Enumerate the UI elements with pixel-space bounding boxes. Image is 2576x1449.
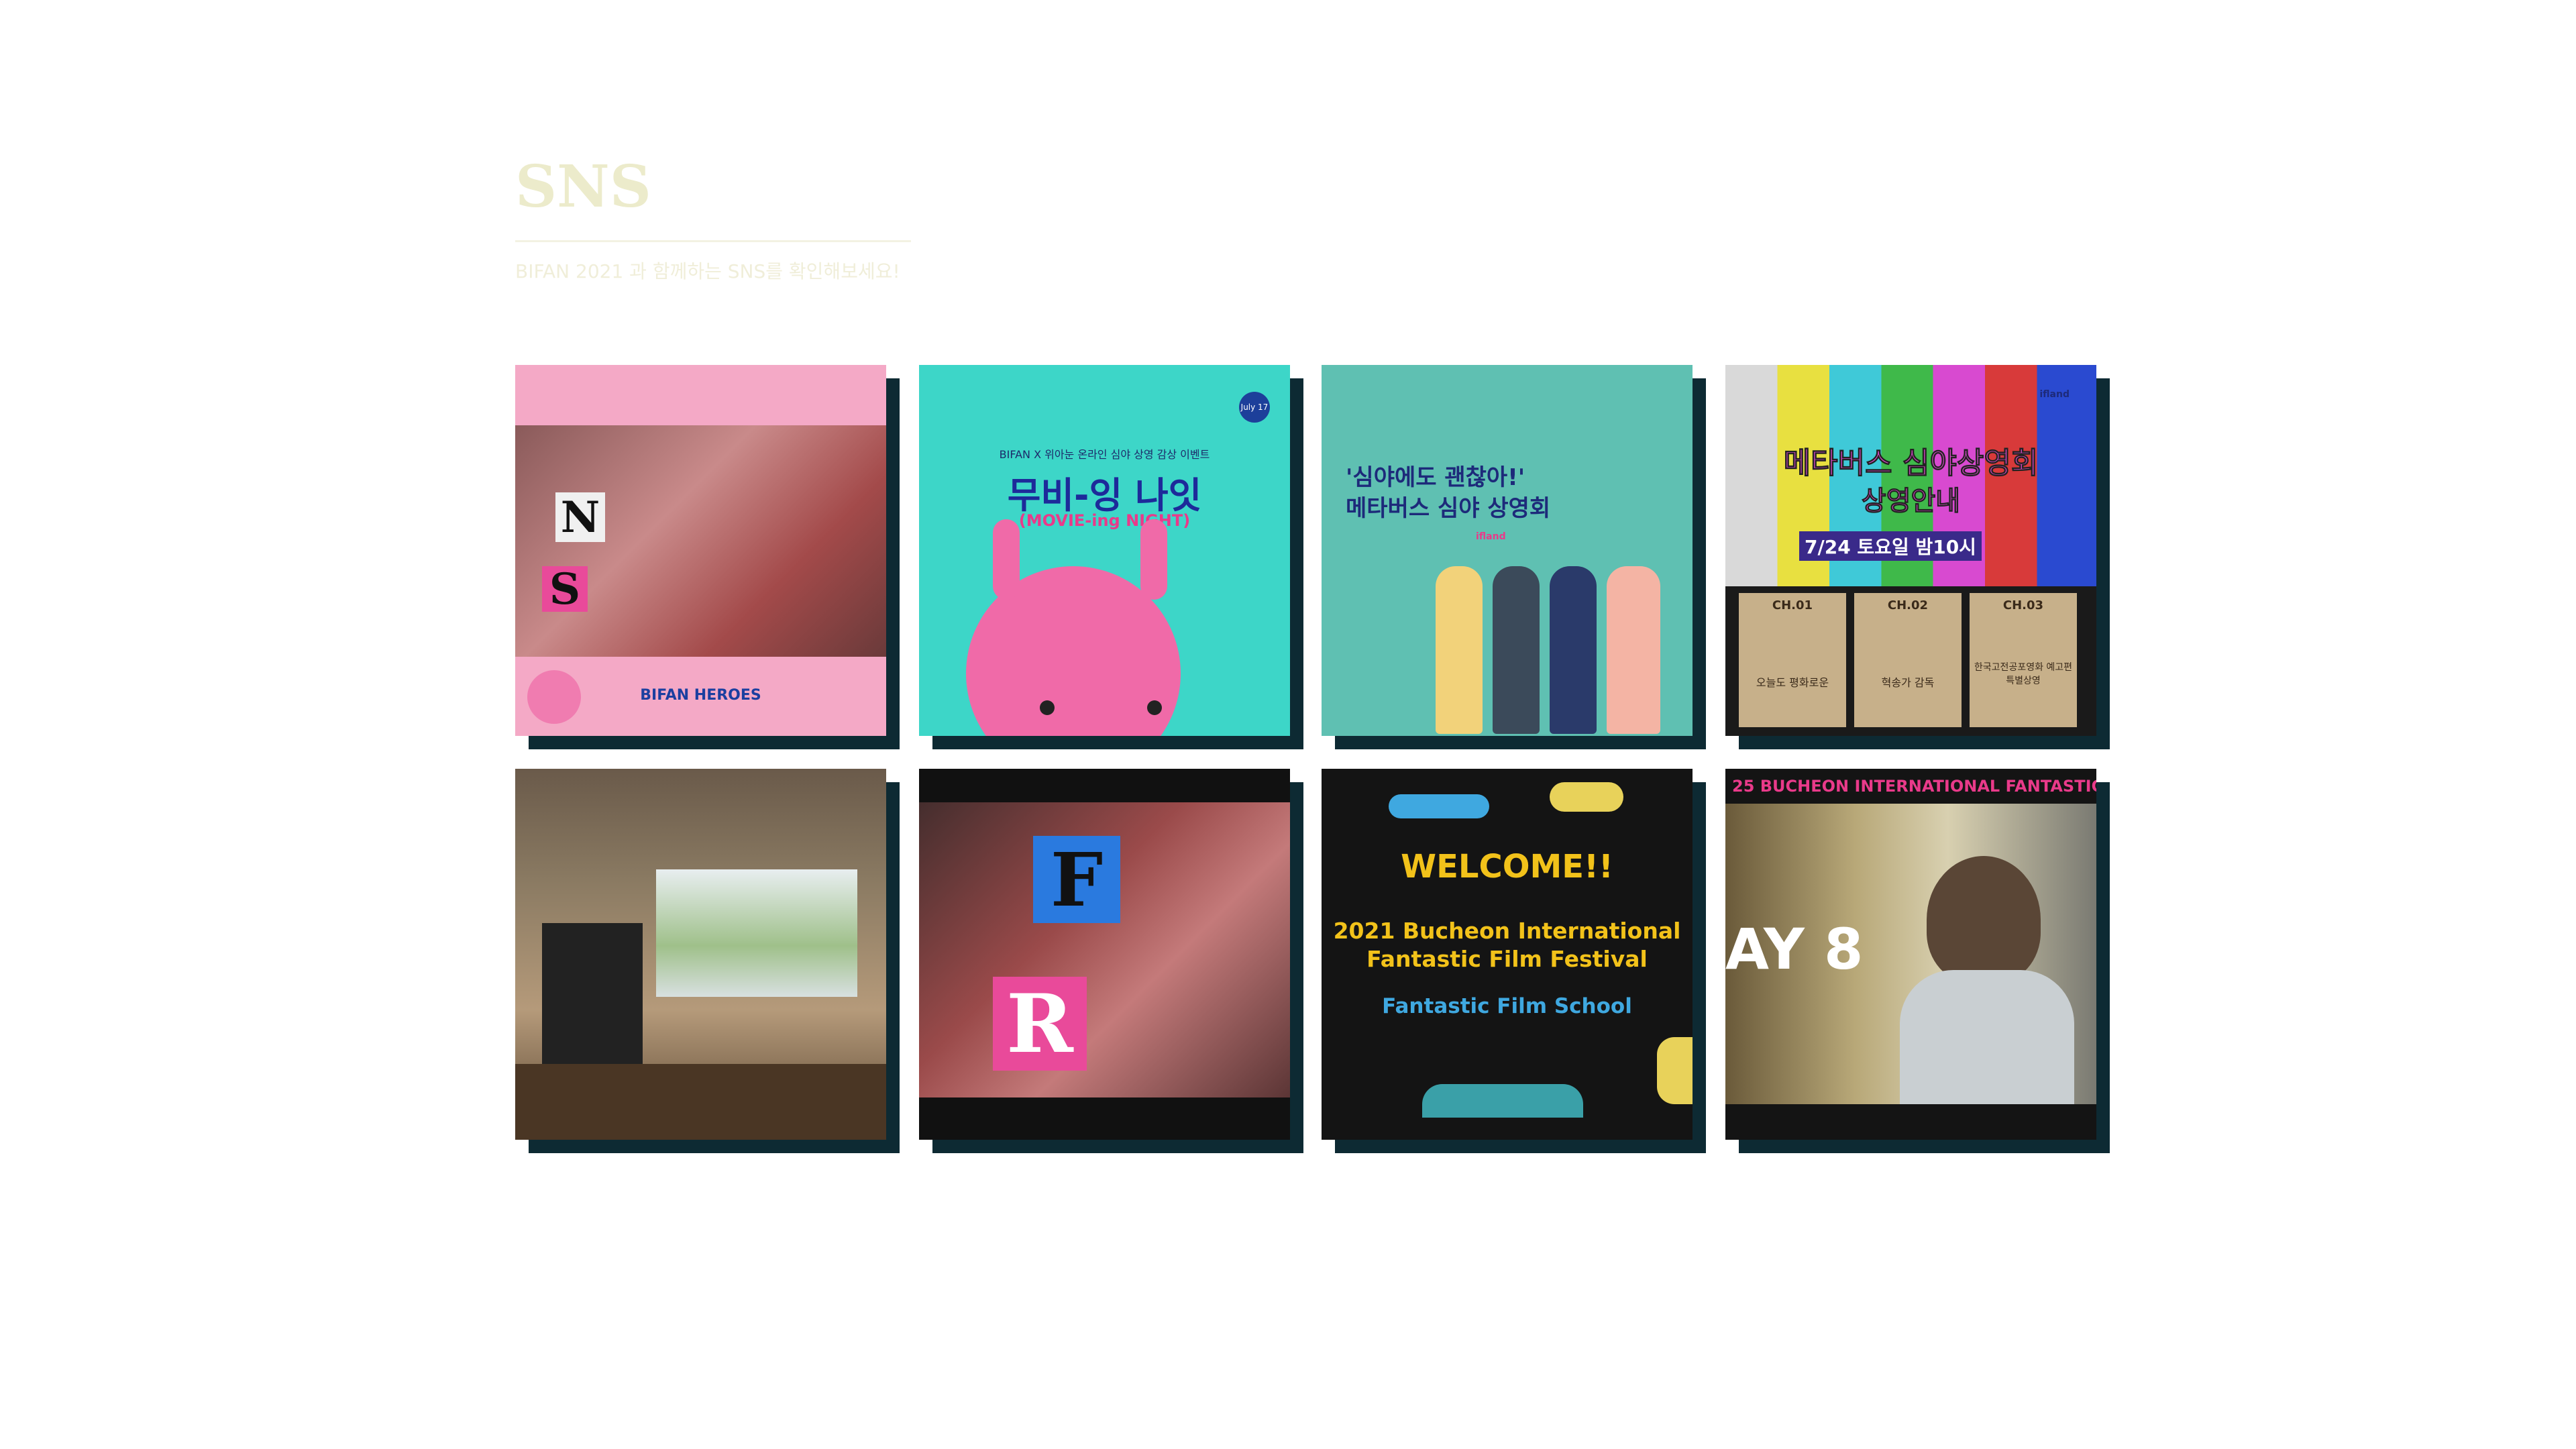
sns-post-8[interactable]: 25 BUCHEON INTERNATIONAL FANTASTIC FILM … [1725,769,2110,1153]
guide-date: 7/24 토요일 밤10시 [1799,531,1982,561]
ifland-logo: ifland [2039,389,2070,400]
channel-card: CH.02 혁송가 감독 [1854,593,1962,727]
ifland-logo: ifland [1476,531,1506,542]
avatar-icon [1607,566,1660,734]
school-text: Fantastic Film School [1382,994,1632,1018]
event-subtitle: (MOVIE-ing NIGHT) [1018,511,1191,530]
title-divider [515,240,911,242]
speaker-icon [1927,856,2041,983]
section-subtitle: BIFAN 2021 과 함께하는 SNS를 확인해보세요! [515,260,900,282]
cafe-photo [515,769,886,1140]
channel-cards: CH.01 오늘도 평화로운 CH.02 혁송가 감독 CH.03 한국고전공포… [1739,593,2077,727]
avatar-icon [1493,566,1540,734]
avatar-icon [1436,566,1483,734]
sns-post-1[interactable]: B I F A N H E R O E S BIFAN HEROES [515,365,900,749]
day-label: AY 8 [1725,916,1864,982]
guide-subtitle: 상영안내 [1861,486,1961,517]
channel-card: CH.01 오늘도 평화로운 [1739,593,1846,727]
sns-post-7[interactable]: WELCOME!! 2021 Bucheon International Fan… [1322,769,1706,1153]
avatar-icon [1550,566,1597,734]
sns-post-6[interactable]: B I F H E R [919,769,1303,1153]
sns-post-4[interactable]: 메타버스 심야상영회 상영안내 7/24 토요일 밤10시 ifland CH.… [1725,365,2110,749]
section-title: SNS [515,153,651,221]
festival-banner: 25 BUCHEON INTERNATIONAL FANTASTIC FILM [1732,777,2096,796]
festival-line-1: 2021 Bucheon International [1333,918,1681,944]
festival-line-2: Fantastic Film Festival [1366,946,1648,972]
welcome-text: WELCOME!! [1401,848,1613,885]
sns-header: SNS BIFAN 2021 과 함께하는 SNS를 확인해보세요! [515,158,918,284]
date-badge: July 17 [1239,392,1270,423]
guide-title: 메타버스 심야상영회 [1783,446,2039,481]
event-kicker: BIFAN X 위아눈 온라인 심야 상영 감상 이벤트 [999,448,1210,461]
mascot-icon [527,670,581,724]
sns-post-3[interactable]: '심야에도 괜찮아!' 메타버스 심야 상영회 ifland [1322,365,1706,749]
channel-card: CH.03 한국고전공포영화 예고편 특별상영 [1970,593,2077,727]
metaverse-title-2: 메타버스 심야 상영회 [1346,495,1551,522]
sns-post-2[interactable]: July 17 BIFAN X 위아눈 온라인 심야 상영 감상 이벤트 무비-… [919,365,1303,749]
metaverse-title-1: '심야에도 괜찮아!' [1346,464,1525,491]
sns-post-5[interactable] [515,769,900,1153]
